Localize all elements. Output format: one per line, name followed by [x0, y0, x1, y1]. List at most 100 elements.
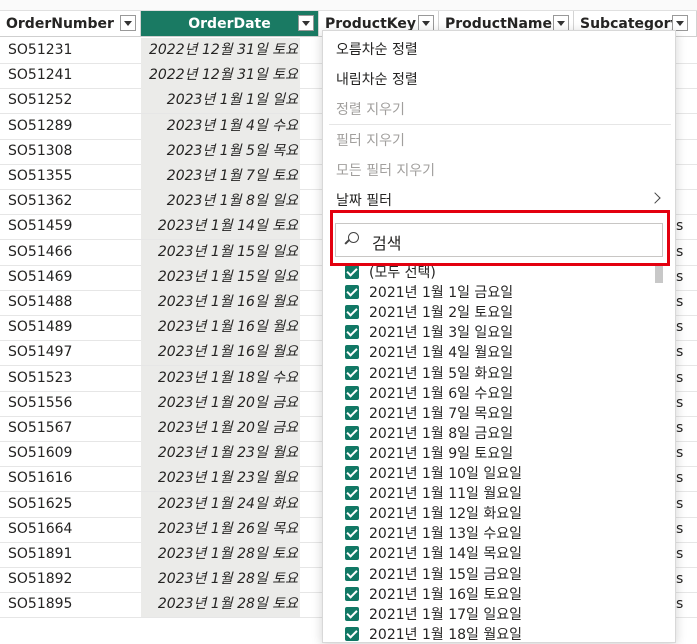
- menu-divider: [329, 124, 671, 125]
- col-header-ordernumber[interactable]: OrderNumber: [0, 11, 141, 37]
- cell-subcategory-fragment: [676, 88, 697, 113]
- filter-dropdown-button[interactable]: [418, 15, 434, 31]
- filter-item-label: 2021년 1월 3일 일요일: [369, 325, 514, 342]
- filter-dropdown-button[interactable]: [553, 15, 569, 31]
- checkbox-checked-icon[interactable]: [345, 305, 359, 320]
- cell-orderdate: 2023년 1월 24일 화요: [141, 491, 300, 517]
- filter-list-item[interactable]: (모두 선택): [345, 262, 436, 282]
- filter-dropdown-button[interactable]: [298, 15, 314, 31]
- cell-subcategory-fragment: s: [676, 445, 684, 462]
- cell-orderdate: 2023년 1월 16일 월요: [141, 315, 300, 341]
- cell-subcategory-fragment: s: [676, 546, 684, 562]
- cell-ordernumber: SO51891: [8, 546, 73, 562]
- filter-dropdown-button[interactable]: [672, 15, 688, 31]
- menu-item-sort-ascending[interactable]: 오름차순 정렬: [336, 39, 418, 59]
- filter-list-item[interactable]: 2021년 1월 12일 화요일: [345, 503, 522, 523]
- checkbox-checked-icon[interactable]: [345, 325, 359, 340]
- filter-item-label: 2021년 1월 11일 월요일: [369, 486, 522, 503]
- checkbox-checked-icon[interactable]: [345, 486, 359, 501]
- checkbox-checked-icon[interactable]: [345, 586, 359, 601]
- cell-orderdate: 2023년 1월 28일 토요: [141, 592, 300, 618]
- cell-ordernumber: SO51362: [8, 193, 73, 210]
- cell-subcategory-fragment: s: [676, 596, 684, 613]
- cell-orderdate: 2023년 1월 5일 목요: [141, 138, 300, 164]
- checkbox-checked-icon[interactable]: [345, 626, 359, 641]
- cell-subcategory-fragment: s: [676, 319, 684, 336]
- filter-list-item[interactable]: 2021년 1월 4일 월요일: [345, 342, 513, 362]
- checkbox-checked-icon[interactable]: [345, 506, 359, 521]
- cell-orderdate: 2023년 1월 23일 월요: [141, 466, 300, 492]
- cell-subcategory-fragment: s: [676, 268, 684, 285]
- cell-ordernumber: SO51625: [8, 495, 73, 512]
- filter-item-label: 2021년 1월 13일 수요일: [369, 526, 522, 543]
- cell-subcategory-fragment: s: [676, 420, 684, 436]
- filter-list-item[interactable]: 2021년 1월 9일 토요일: [345, 443, 513, 463]
- filter-list-item[interactable]: 2021년 1월 16일 토요일: [345, 584, 522, 604]
- menu-item-date-filter[interactable]: 날짜 필터: [336, 190, 392, 210]
- cell-subcategory-fragment: s: [676, 218, 684, 235]
- checkbox-checked-icon[interactable]: [345, 425, 359, 440]
- filter-list-item[interactable]: 2021년 1월 7일 목요일: [345, 403, 513, 423]
- filter-item-label: 2021년 1월 5일 화요일: [369, 365, 514, 382]
- filter-list-item[interactable]: 2021년 1월 17일 일요일: [345, 604, 522, 624]
- cell-orderdate: 2023년 1월 28일 토요: [141, 567, 300, 593]
- checkbox-checked-icon[interactable]: [345, 606, 359, 621]
- cell-ordernumber: SO51459: [8, 218, 73, 235]
- menu-item-clear-filter[interactable]: 필터 지우기: [336, 130, 405, 150]
- filter-list-item[interactable]: 2021년 1월 18일 월요일: [345, 624, 522, 644]
- checkbox-checked-icon[interactable]: [345, 566, 359, 581]
- checkbox-checked-icon[interactable]: [345, 546, 359, 561]
- search-input-text: 검색: [372, 234, 402, 253]
- cell-ordernumber: SO51355: [8, 168, 73, 184]
- cell-ordernumber: SO51469: [8, 268, 73, 285]
- cell-subcategory-fragment: s: [676, 294, 684, 310]
- filter-list-item[interactable]: 2021년 1월 2일 토요일: [345, 302, 513, 322]
- checkbox-checked-icon[interactable]: [345, 385, 359, 400]
- checkbox-checked-icon[interactable]: [345, 445, 359, 460]
- filter-item-label: 2021년 1월 16일 토요일: [369, 586, 522, 603]
- checkbox-checked-icon[interactable]: [345, 285, 359, 300]
- menu-item-sort-descending[interactable]: 내림차순 정렬: [336, 69, 418, 89]
- scrollbar-thumb[interactable]: [655, 263, 663, 283]
- search-input[interactable]: 검색: [335, 223, 663, 257]
- checkbox-checked-icon[interactable]: [345, 526, 359, 541]
- filter-item-label: 2021년 1월 2일 토요일: [369, 305, 514, 322]
- menu-item-clear-all-filters[interactable]: 모든 필터 지우기: [336, 160, 435, 180]
- checkbox-checked-icon[interactable]: [345, 405, 359, 420]
- cell-ordernumber: SO51308: [8, 142, 73, 159]
- filter-list-item[interactable]: 2021년 1월 1일 금요일: [345, 282, 513, 302]
- cell-orderdate: 2023년 1월 28일 토요: [141, 542, 300, 567]
- filter-dropdown-button[interactable]: [120, 15, 136, 31]
- chevron-down-icon: [557, 20, 565, 26]
- filter-list-item[interactable]: 2021년 1월 5일 화요일: [345, 363, 513, 383]
- cell-orderdate: 2022년 12월 31일 토요: [141, 63, 300, 89]
- cell-subcategory-fragment: [676, 139, 697, 164]
- menu-item-clear-sort[interactable]: 정렬 지우기: [336, 99, 405, 119]
- cell-orderdate: 2023년 1월 15일 일요: [141, 264, 300, 290]
- checkbox-checked-icon[interactable]: [345, 345, 359, 360]
- filter-list-item[interactable]: 2021년 1월 6일 수요일: [345, 383, 513, 403]
- filter-list-item[interactable]: 2021년 1월 13일 수요일: [345, 523, 522, 543]
- cell-ordernumber: SO51252: [8, 92, 73, 109]
- checkbox-checked-icon[interactable]: [345, 365, 359, 380]
- search-icon: [348, 232, 359, 243]
- filter-list-item[interactable]: 2021년 1월 8일 금요일: [345, 423, 513, 443]
- filter-item-label: 2021년 1월 14일 목요일: [369, 546, 522, 563]
- filter-list-item[interactable]: 2021년 1월 10일 일요일: [345, 463, 522, 483]
- cell-subcategory-fragment: [676, 38, 697, 63]
- filter-list-item[interactable]: 2021년 1월 14일 목요일: [345, 543, 522, 563]
- filter-list-item[interactable]: 2021년 1월 11일 월요일: [345, 483, 522, 503]
- cell-orderdate: 2023년 1월 7일 토요: [141, 164, 300, 189]
- cell-subcategory-fragment: s: [676, 243, 684, 260]
- filter-list-item[interactable]: 2021년 1월 3일 일요일: [345, 322, 513, 342]
- cell-subcategory-fragment: s: [676, 394, 684, 411]
- cell-orderdate: 2023년 1월 15일 일요: [141, 239, 300, 265]
- filter-list-item[interactable]: 2021년 1월 15일 금요일: [345, 564, 522, 584]
- checkbox-checked-icon[interactable]: [345, 466, 359, 480]
- col-header-orderdate[interactable]: OrderDate: [141, 11, 319, 37]
- col-header-label: OrderNumber: [6, 15, 114, 32]
- filter-item-label: 2021년 1월 18일 월요일: [369, 626, 522, 643]
- cell-subcategory-fragment: s: [676, 520, 684, 537]
- checkbox-checked-icon[interactable]: [345, 265, 359, 279]
- cell-ordernumber: SO51497: [8, 344, 73, 361]
